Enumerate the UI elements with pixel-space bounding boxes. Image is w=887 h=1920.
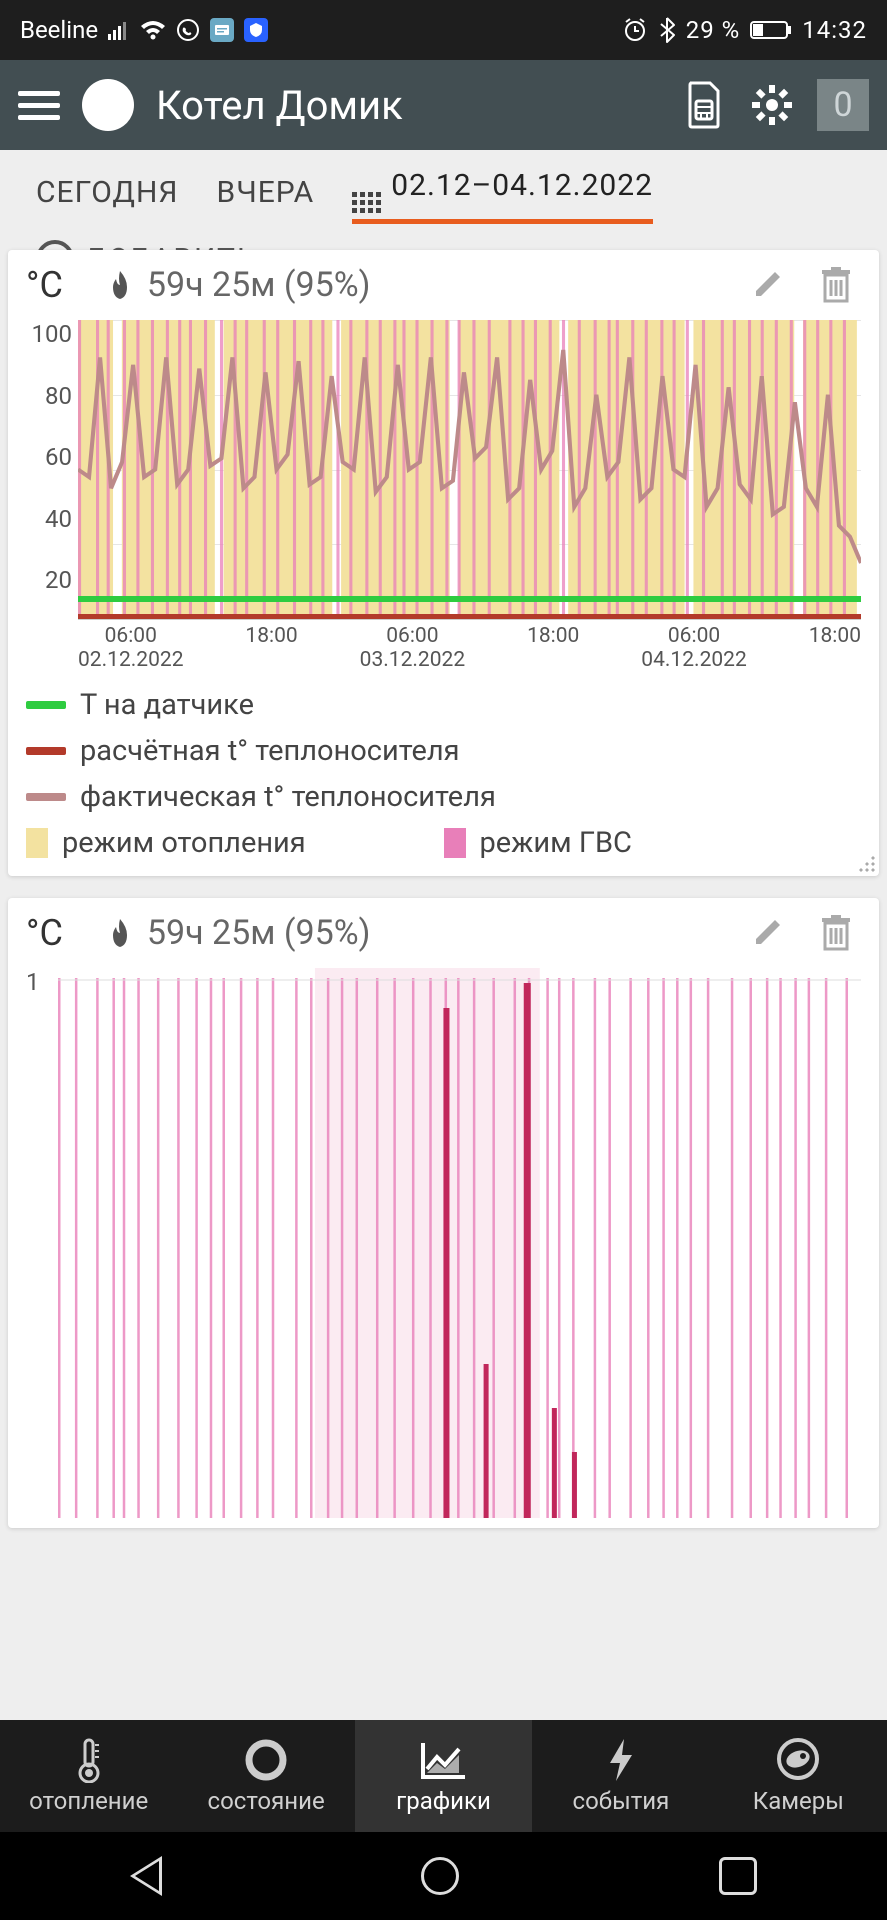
battery-icon (750, 19, 792, 41)
chart-card-1: °C 59ч 25м (95%) 10080604020 (8, 250, 879, 876)
wifi-icon (140, 20, 166, 40)
carrier-label: Beeline (20, 16, 98, 44)
app-header: Котел Домик 0 (0, 60, 887, 150)
edit-button[interactable] (751, 267, 791, 303)
y-axis: 10080604020 (26, 320, 78, 620)
notif-icon-1 (210, 18, 234, 42)
back-button[interactable] (130, 1856, 162, 1896)
status-ring-icon (244, 1737, 288, 1783)
resize-handle-icon[interactable] (855, 852, 875, 872)
calendar-grid-icon (352, 192, 381, 213)
delete-button[interactable] (821, 915, 861, 951)
chart-2[interactable]: 1 (26, 968, 861, 1518)
burn-time-label: 59ч 25м (95%) (147, 913, 371, 953)
x-axis: 06:0002.12.2022 18:00 06:0003.12.2022 18… (78, 620, 861, 670)
tab-range[interactable]: 02.12–04.12.2022 (352, 168, 653, 224)
series-calc-t (78, 614, 861, 619)
clock-label: 14:32 (802, 16, 867, 44)
flame-icon (107, 269, 133, 301)
camera-icon (774, 1737, 822, 1783)
flame-icon (107, 917, 133, 949)
bluetooth-icon (658, 17, 676, 43)
chart-icon (419, 1737, 469, 1783)
page-title: Котел Домик (156, 82, 659, 129)
android-nav-bar (0, 1832, 887, 1920)
content-scroll[interactable]: СЕГОДНЯ ВЧЕРА 02.12–04.12.2022 + ДОБАВИТ… (0, 150, 887, 1720)
battery-percent: 29 % (686, 16, 741, 44)
burn-time-label: 59ч 25м (95%) (147, 265, 371, 305)
legend-swatch (26, 793, 66, 801)
alerts-badge[interactable]: 0 (817, 79, 869, 131)
whatsapp-icon (176, 18, 200, 42)
sim-icon[interactable] (681, 82, 727, 128)
legend: Т на датчике расчётная t° теплоносителя … (26, 682, 861, 866)
nav-status[interactable]: состояние (177, 1720, 354, 1832)
notif-icon-2 (244, 18, 268, 42)
android-status-bar: Beeline 29 % 14:32 (0, 0, 887, 60)
signal-icon (108, 20, 130, 40)
delete-button[interactable] (821, 267, 861, 303)
tab-yesterday[interactable]: ВЧЕРА (217, 175, 315, 218)
legend-swatch (26, 701, 66, 709)
recents-button[interactable] (719, 1857, 757, 1895)
thermometer-icon (73, 1737, 105, 1783)
settings-icon[interactable] (749, 82, 795, 128)
menu-button[interactable] (18, 91, 60, 120)
lightning-icon (604, 1737, 638, 1783)
unit-label: °C (26, 264, 63, 306)
unit-label: °C (26, 912, 63, 954)
bottom-nav: отопление состояние графики события Каме… (0, 1720, 887, 1832)
nav-cameras[interactable]: Камеры (710, 1720, 887, 1832)
nav-heating[interactable]: отопление (0, 1720, 177, 1832)
legend-swatch (26, 747, 66, 755)
chart-card-2: °C 59ч 25м (95%) 1 (8, 898, 879, 1528)
series-sensor-t (78, 596, 861, 602)
nav-events[interactable]: события (532, 1720, 709, 1832)
device-avatar[interactable] (82, 79, 134, 131)
alarm-icon (622, 17, 648, 43)
period-tabs: СЕГОДНЯ ВЧЕРА 02.12–04.12.2022 (0, 168, 887, 224)
tab-today[interactable]: СЕГОДНЯ (36, 175, 179, 218)
y-axis: 1 (26, 968, 58, 1518)
nav-charts[interactable]: графики (355, 1720, 532, 1832)
edit-button[interactable] (751, 915, 791, 951)
chart-1[interactable]: 10080604020 06:0002.12.2022 18:00 06:000… (26, 320, 861, 670)
legend-swatch (26, 828, 48, 858)
legend-swatch (444, 828, 466, 858)
home-button[interactable] (421, 1857, 459, 1895)
